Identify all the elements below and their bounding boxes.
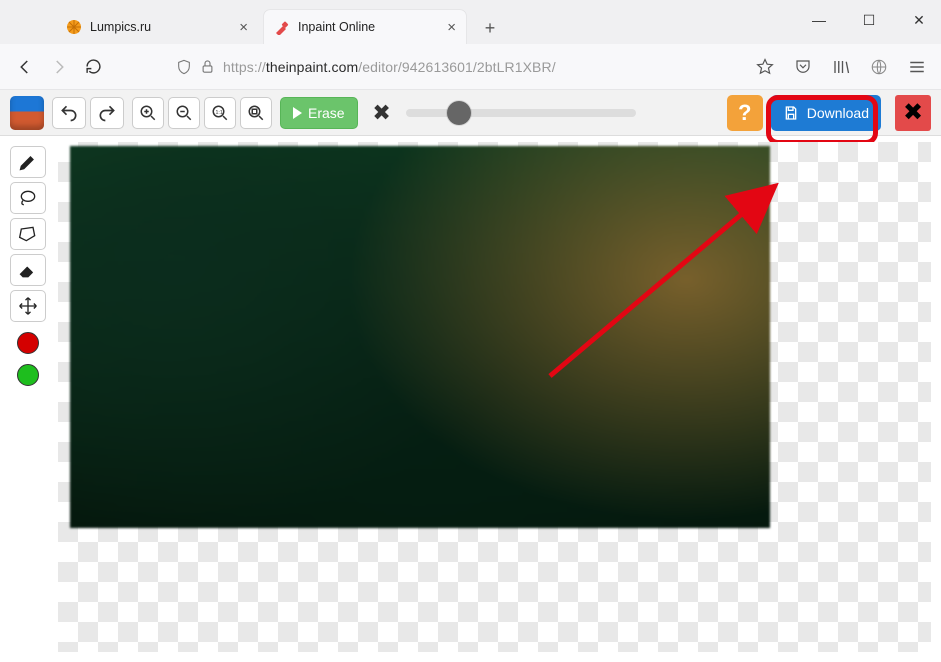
zoom-in-button[interactable] [132,97,164,129]
url-box[interactable]: https://theinpaint.com/editor/942613601/… [166,51,743,83]
play-icon [293,107,302,119]
url-text: https://theinpaint.com/editor/942613601/… [223,59,556,75]
mask-color-red[interactable] [17,332,39,354]
maximize-button[interactable]: ☐ [857,12,881,29]
zoom-out-button[interactable] [168,97,200,129]
reload-button[interactable] [82,56,104,78]
window-controls: — ☐ ✕ [807,12,931,29]
zoom-fit-button[interactable] [240,97,272,129]
close-window-button[interactable]: ✕ [907,12,931,29]
close-tab-icon[interactable]: × [447,20,456,35]
app-logo [10,96,44,130]
pocket-icon[interactable] [793,57,813,77]
tab-title: Inpaint Online [298,20,375,34]
brush-size-slider[interactable] [406,103,636,123]
erase-button[interactable]: Erase [280,97,358,129]
save-icon [783,105,799,121]
browser-address-bar: https://theinpaint.com/editor/942613601/… [0,44,941,90]
help-button[interactable]: ? [727,95,763,131]
shield-icon[interactable] [176,59,192,75]
tab-title: Lumpics.ru [90,20,151,34]
tool-sidebar [8,146,48,386]
menu-icon[interactable] [907,57,927,77]
zoom-actual-button[interactable]: 1:1 [204,97,236,129]
clear-mask-button[interactable]: ✖ [366,97,398,129]
inpaint-app: 1:1 Erase ✖ ? Download ✖ [0,90,941,662]
download-button[interactable]: Download [771,95,881,131]
slider-track [406,109,636,117]
new-tab-button[interactable]: + [476,14,504,42]
account-icon[interactable] [869,57,889,77]
close-editor-button[interactable]: ✖ [895,95,931,131]
library-icon[interactable] [831,57,851,77]
redo-button[interactable] [90,97,124,129]
slider-thumb[interactable] [447,101,471,125]
canvas-area[interactable] [58,142,931,652]
browser-tab-inpaint[interactable]: Inpaint Online × [264,10,466,44]
favicon-inpaint [274,19,290,35]
edited-image[interactable] [70,146,770,528]
download-label: Download [807,105,869,121]
close-tab-icon[interactable]: × [239,20,248,35]
move-tool[interactable] [10,290,46,322]
browser-tab-strip: Lumpics.ru × Inpaint Online × + — ☐ ✕ [0,0,941,44]
back-button[interactable] [14,56,36,78]
lasso-tool[interactable] [10,182,46,214]
app-toolbar: 1:1 Erase ✖ ? Download ✖ [0,90,941,136]
marker-tool[interactable] [10,146,46,178]
forward-button[interactable] [48,56,70,78]
lock-icon[interactable] [200,59,215,74]
bookmark-star-icon[interactable] [755,57,775,77]
mask-color-green[interactable] [17,364,39,386]
erase-label: Erase [308,105,345,121]
browser-tab-lumpics[interactable]: Lumpics.ru × [56,10,258,44]
svg-text:1:1: 1:1 [216,109,223,115]
undo-button[interactable] [52,97,86,129]
polygon-tool[interactable] [10,218,46,250]
favicon-lumpics [66,19,82,35]
minimize-button[interactable]: — [807,12,831,29]
eraser-tool[interactable] [10,254,46,286]
